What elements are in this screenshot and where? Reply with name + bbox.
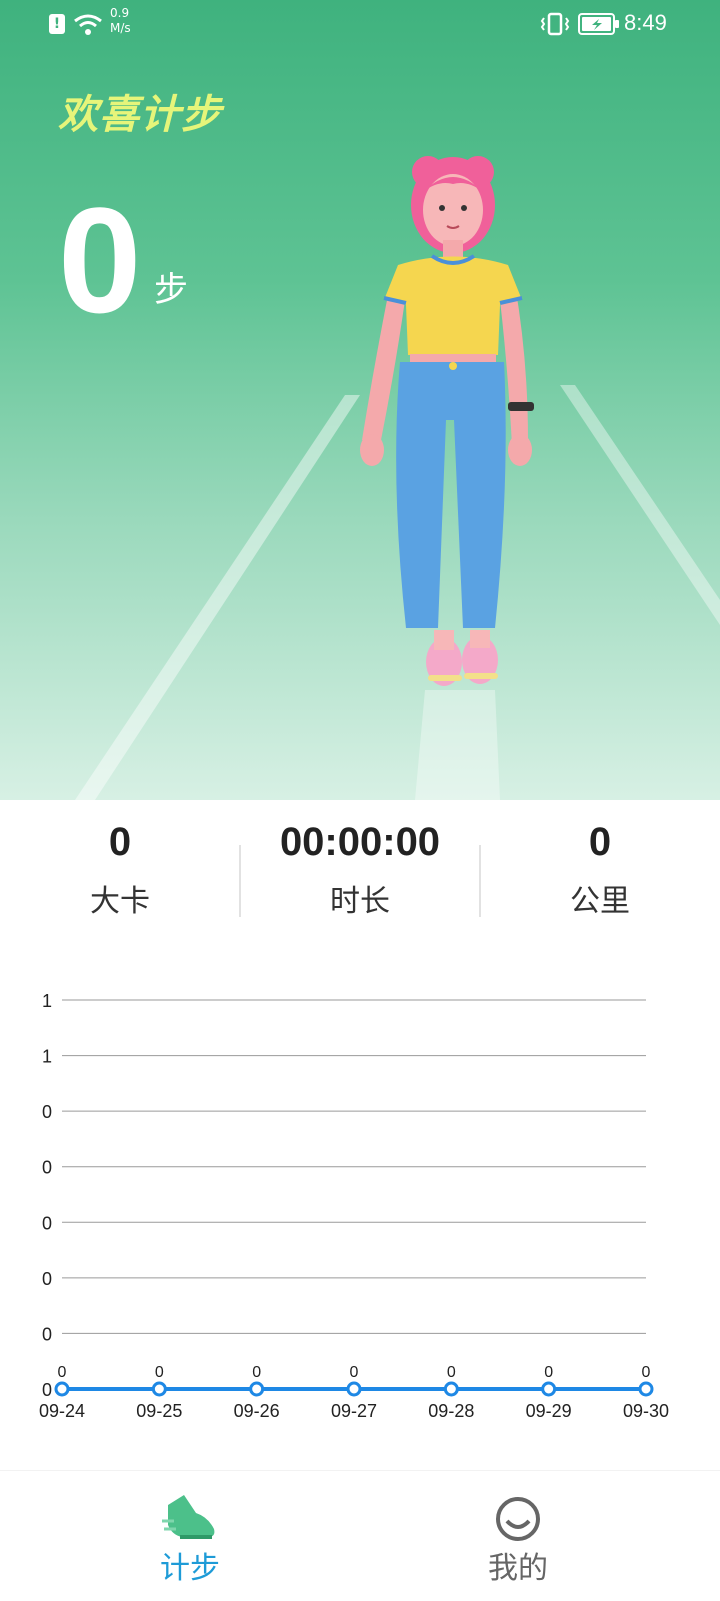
x-tick-label: 09-30 (623, 1401, 669, 1421)
character-illustration (360, 156, 534, 686)
data-point (638, 1381, 654, 1397)
data-label: 0 (58, 1364, 67, 1381)
sneaker-icon (162, 1495, 215, 1539)
data-label: 0 (447, 1364, 456, 1381)
y-tick-label: 1 (42, 991, 52, 1011)
bottom-tab-bar: 计步 我的 (0, 1470, 720, 1601)
x-tick-label: 09-27 (331, 1401, 377, 1421)
x-tick-label: 09-25 (136, 1401, 182, 1421)
clock: 8:49 (624, 10, 667, 35)
stats-row: 0 大卡 00:00:00 时长 0 公里 (0, 800, 720, 940)
tab-steps-label: 计步 (160, 1551, 220, 1586)
step-count: 0 (58, 176, 142, 344)
duration-label: 时长 (330, 884, 390, 919)
y-tick-label: 0 (42, 1269, 52, 1289)
data-point (151, 1381, 167, 1397)
data-point (249, 1381, 265, 1397)
tab-mine[interactable]: 我的 (418, 1471, 618, 1601)
y-tick-label: 0 (42, 1102, 52, 1122)
data-label: 0 (544, 1364, 553, 1381)
calories-label: 大卡 (90, 884, 150, 919)
data-point (54, 1381, 70, 1397)
network-speed-value: 0.9 (110, 6, 130, 20)
vibrate-icon (540, 12, 570, 36)
y-tick-label: 0 (42, 1213, 52, 1233)
distance-label: 公里 (570, 884, 630, 919)
network-speed-unit: M/s (110, 21, 131, 35)
data-point (443, 1381, 459, 1397)
tab-mine-label: 我的 (488, 1551, 548, 1586)
distance-value: 0 (588, 820, 612, 864)
stats-divider (479, 845, 481, 917)
hero-banner: ! 0.9 M/s 8:49 欢喜计步 0 步 (0, 0, 720, 800)
y-tick-label: 1 (42, 1047, 52, 1067)
app-title: 欢喜计步 (58, 92, 222, 138)
data-label: 0 (252, 1364, 261, 1381)
network-speed: 0.9 M/s (110, 6, 131, 36)
y-tick-label: 0 (42, 1158, 52, 1178)
x-tick-label: 09-28 (428, 1401, 474, 1421)
data-label: 0 (350, 1364, 359, 1381)
wifi-icon (74, 14, 102, 35)
x-tick-label: 09-29 (526, 1401, 572, 1421)
data-label: 0 (642, 1364, 651, 1381)
alert-icon: ! (49, 14, 65, 34)
step-unit: 步 (154, 270, 188, 310)
calories-value: 0 (108, 820, 132, 864)
x-tick-label: 09-24 (39, 1401, 85, 1421)
smiley-icon (496, 1497, 540, 1541)
stats-divider (239, 845, 241, 917)
status-bar: ! 0.9 M/s 8:49 (0, 0, 720, 50)
y-tick-label: 0 (42, 1324, 52, 1344)
battery-charging-icon (578, 13, 619, 35)
tab-steps[interactable]: 计步 (90, 1471, 290, 1601)
data-point (541, 1381, 557, 1397)
duration-value: 00:00:00 (279, 820, 441, 864)
data-label: 0 (155, 1364, 164, 1381)
x-tick-label: 09-26 (234, 1401, 280, 1421)
data-point (346, 1381, 362, 1397)
y-tick-label: 0 (42, 1380, 52, 1400)
weekly-steps-chart: 11000000009-24009-25009-26009-27009-2800… (39, 991, 669, 1421)
